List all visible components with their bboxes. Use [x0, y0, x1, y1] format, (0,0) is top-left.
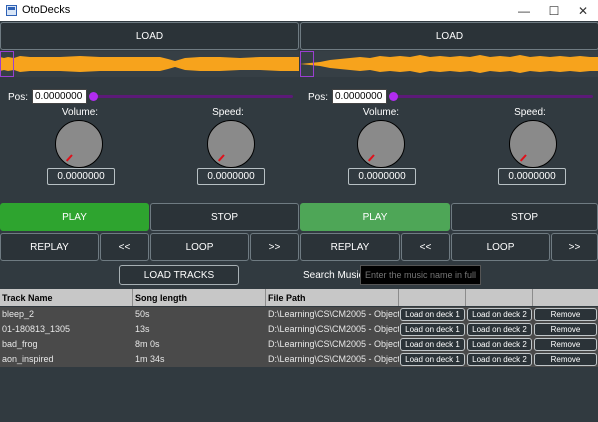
position-slider[interactable]: [389, 92, 593, 101]
search-input[interactable]: [360, 265, 481, 285]
volume-value[interactable]: 0.0000000: [47, 168, 115, 185]
minimize-button[interactable]: —: [509, 0, 539, 21]
deck-1-play-button[interactable]: PLAY: [0, 203, 149, 231]
volume-knob[interactable]: [357, 120, 405, 168]
waveform-display[interactable]: [300, 51, 598, 77]
deck-2-replay-button[interactable]: REPLAY: [300, 233, 400, 261]
load-deck-2-button[interactable]: Load on deck 2: [467, 308, 532, 321]
close-button[interactable]: ✕: [568, 0, 598, 21]
track-name: aon_inspired: [2, 354, 54, 364]
track-path: D:\Learning\CS\CM2005 - Object: [268, 309, 399, 319]
pos-label: Pos:: [308, 92, 329, 103]
volume-label: Volume:: [61, 107, 99, 118]
deck-1-replay-button[interactable]: REPLAY: [0, 233, 99, 261]
deck-1-stop-button[interactable]: STOP: [150, 203, 299, 231]
deck-1: LOAD Pos: 0.0000000 Volume: 0.0000000 Sp…: [0, 21, 299, 201]
playhead-marker: [300, 51, 314, 77]
pos-value-field[interactable]: 0.0000000: [332, 89, 387, 104]
deck-2-rewind-button[interactable]: <<: [401, 233, 450, 261]
knob-indicator: [519, 154, 527, 162]
knob-indicator: [367, 154, 375, 162]
track-length: 13s: [135, 324, 150, 334]
knob-indicator: [217, 154, 225, 162]
deck-2-stop-button[interactable]: STOP: [451, 203, 598, 231]
position-slider[interactable]: [89, 92, 293, 101]
volume-label: Volume:: [362, 107, 400, 118]
load-tracks-button[interactable]: LOAD TRACKS: [119, 265, 239, 285]
waveform-svg: [300, 55, 598, 73]
track-name: bad_frog: [2, 339, 38, 349]
speed-value[interactable]: 0.0000000: [498, 168, 566, 185]
column-header: [399, 289, 466, 306]
track-path: D:\Learning\CS\CM2005 - Object: [268, 354, 399, 364]
table-row[interactable]: 01-180813_1305 13s D:\Learning\CS\CM2005…: [0, 322, 598, 337]
pos-value-field[interactable]: 0.0000000: [32, 89, 87, 104]
volume-knob[interactable]: [55, 120, 103, 168]
deck-2-forward-button[interactable]: >>: [551, 233, 598, 261]
title-bar: OtoDecks — ☐ ✕: [0, 0, 598, 21]
track-length: 1m 34s: [135, 354, 165, 364]
speed-knob[interactable]: [207, 120, 255, 168]
deck-2-loop-button[interactable]: LOOP: [451, 233, 550, 261]
column-header[interactable]: Song length: [133, 289, 266, 306]
track-path: D:\Learning\CS\CM2005 - Object: [268, 339, 399, 349]
app-icon: [6, 5, 17, 16]
deck-2: LOAD Pos: 0.0000000 Volume: 0.0000000 Sp…: [300, 21, 598, 201]
playhead-marker: [0, 51, 14, 77]
track-table: bleep_2 50s D:\Learning\CS\CM2005 - Obje…: [0, 307, 598, 367]
column-header: [533, 289, 598, 306]
search-label: Search Music:: [303, 270, 367, 281]
track-path: D:\Learning\CS\CM2005 - Object: [268, 324, 399, 334]
deck-1-forward-button[interactable]: >>: [250, 233, 299, 261]
track-name: 01-180813_1305: [2, 324, 71, 334]
window-title: OtoDecks: [22, 4, 71, 16]
column-header: [466, 289, 533, 306]
speed-label: Speed:: [514, 107, 546, 118]
remove-button[interactable]: Remove: [534, 353, 597, 366]
table-header: Track Name Song length File Path: [0, 289, 598, 306]
column-header[interactable]: Track Name: [0, 289, 133, 306]
maximize-button[interactable]: ☐: [539, 0, 569, 21]
remove-button[interactable]: Remove: [534, 323, 597, 336]
speed-value[interactable]: 0.0000000: [197, 168, 265, 185]
deck-1-loop-button[interactable]: LOOP: [150, 233, 249, 261]
load-deck-1-button[interactable]: Load on deck 1: [400, 323, 465, 336]
load-deck-1-button[interactable]: Load on deck 1: [400, 308, 465, 321]
load-button[interactable]: LOAD: [300, 22, 598, 50]
track-name: bleep_2: [2, 309, 35, 319]
table-row[interactable]: bad_frog 8m 0s D:\Learning\CS\CM2005 - O…: [0, 337, 598, 352]
track-length: 50s: [135, 309, 150, 319]
waveform-svg: [0, 56, 299, 72]
remove-button[interactable]: Remove: [534, 308, 597, 321]
position-slider-thumb[interactable]: [89, 92, 98, 101]
load-deck-1-button[interactable]: Load on deck 1: [400, 353, 465, 366]
speed-label: Speed:: [212, 107, 244, 118]
load-deck-2-button[interactable]: Load on deck 2: [467, 323, 532, 336]
table-empty-area: [0, 367, 598, 422]
position-slider-thumb[interactable]: [389, 92, 398, 101]
table-row[interactable]: bleep_2 50s D:\Learning\CS\CM2005 - Obje…: [0, 307, 598, 322]
load-deck-2-button[interactable]: Load on deck 2: [467, 353, 532, 366]
deck-2-play-button[interactable]: PLAY: [300, 203, 450, 231]
speed-knob[interactable]: [509, 120, 557, 168]
track-length: 8m 0s: [135, 339, 160, 349]
volume-value[interactable]: 0.0000000: [348, 168, 416, 185]
load-deck-1-button[interactable]: Load on deck 1: [400, 338, 465, 351]
table-row[interactable]: aon_inspired 1m 34s D:\Learning\CS\CM200…: [0, 352, 598, 367]
knob-indicator: [65, 154, 73, 162]
deck-1-rewind-button[interactable]: <<: [100, 233, 149, 261]
column-header[interactable]: File Path: [266, 289, 399, 306]
pos-label: Pos:: [8, 92, 29, 103]
remove-button[interactable]: Remove: [534, 338, 597, 351]
load-deck-2-button[interactable]: Load on deck 2: [467, 338, 532, 351]
load-button[interactable]: LOAD: [0, 22, 299, 50]
waveform-display[interactable]: [0, 51, 299, 77]
